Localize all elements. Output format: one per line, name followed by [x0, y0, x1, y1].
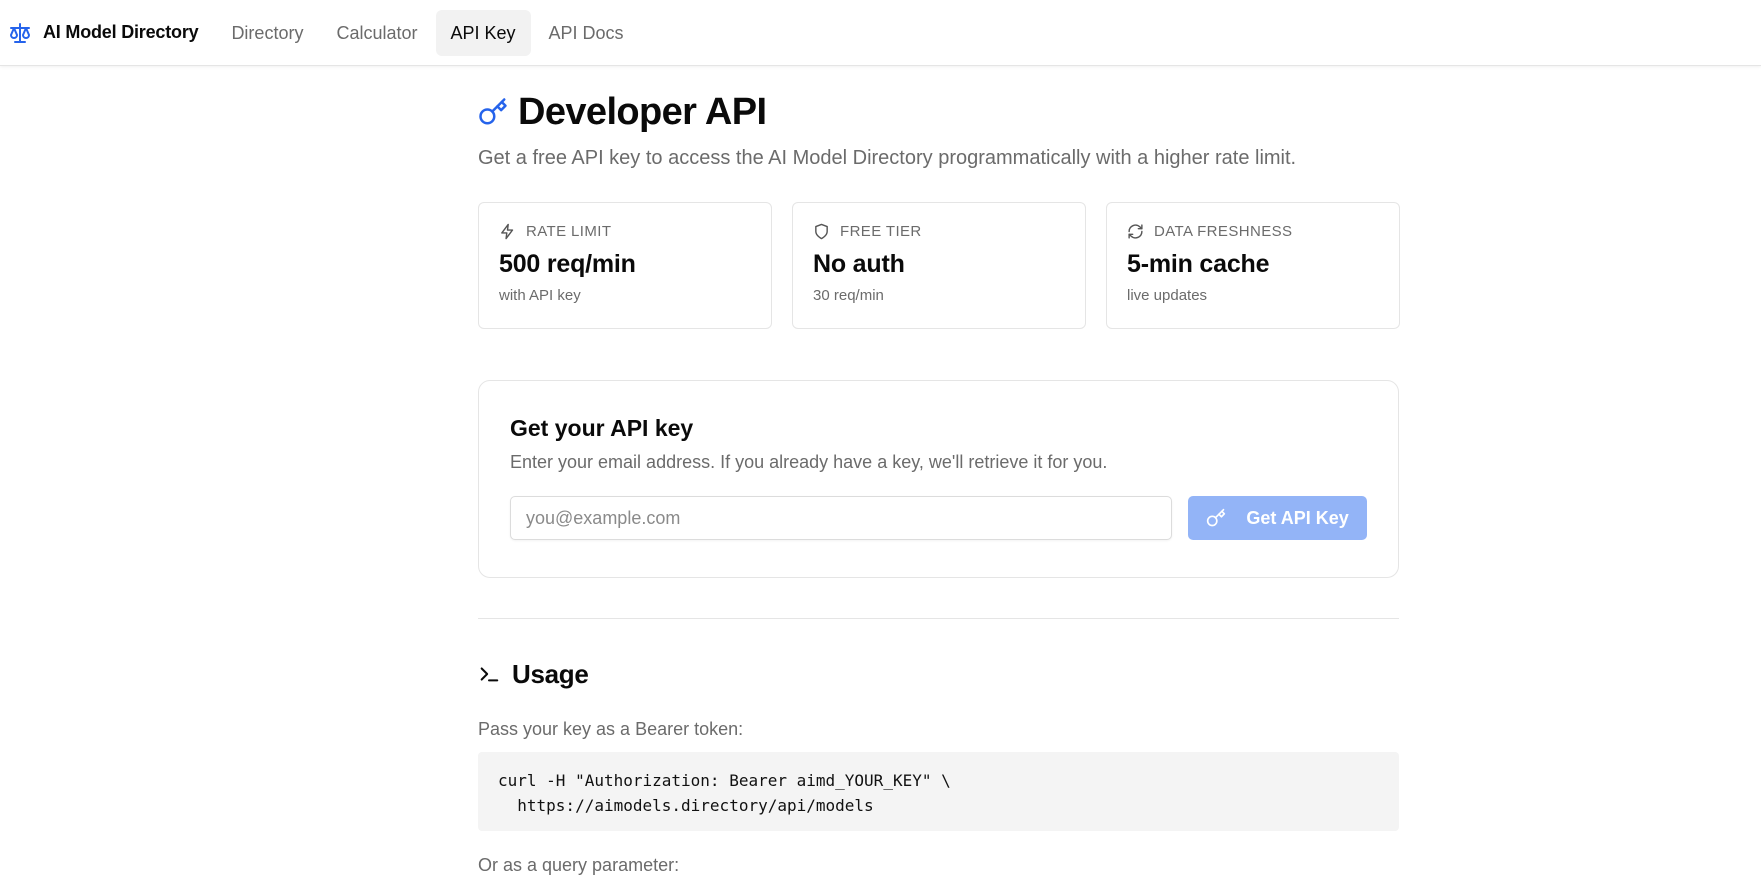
stat-label: FREE TIER	[840, 223, 922, 240]
api-key-card-description: Enter your email address. If you already…	[510, 452, 1108, 472]
brand-logo-link[interactable]: AI Model Directory	[8, 21, 199, 45]
stat-card-free-tier: FREE TIER No auth 30 req/min	[792, 202, 1086, 329]
query-param-text: Or as a query parameter:	[478, 855, 680, 875]
email-input[interactable]	[510, 496, 1173, 540]
nav-link-api-docs[interactable]: API Docs	[534, 10, 639, 56]
page-title: Developer API	[518, 90, 767, 133]
stat-label-row: RATE LIMIT	[499, 223, 751, 240]
terminal-icon	[478, 663, 500, 685]
nav-link-api-key[interactable]: API Key	[435, 9, 531, 56]
usage-header: Usage	[478, 659, 1400, 689]
stat-sub: 30 req/min	[813, 287, 884, 304]
usage-title: Usage	[512, 658, 589, 689]
stat-value: No auth	[813, 250, 905, 278]
brand-name: AI Model Directory	[43, 22, 199, 42]
stat-value: 5-min cache	[1127, 250, 1270, 278]
stat-label: DATA FRESHNESS	[1154, 223, 1293, 240]
stat-label: RATE LIMIT	[526, 223, 612, 240]
shield-icon	[813, 223, 830, 240]
nav-links: Directory Calculator API Key API Docs	[216, 9, 641, 56]
key-icon	[1206, 508, 1226, 528]
get-api-key-button-label: Get API Key	[1246, 507, 1349, 528]
key-icon	[478, 97, 508, 127]
api-key-card-title: Get your API key	[510, 415, 694, 441]
get-api-key-button[interactable]: Get API Key	[1188, 496, 1367, 540]
bearer-code-block: curl -H "Authorization: Bearer aimd_YOUR…	[478, 752, 1399, 831]
stat-sub: live updates	[1127, 287, 1208, 304]
nav-link-calculator[interactable]: Calculator	[321, 10, 432, 56]
page-subtitle: Get a free API key to access the AI Mode…	[478, 147, 1297, 169]
api-key-form: Get API Key	[510, 496, 1367, 540]
stat-card-rate-limit: RATE LIMIT 500 req/min with API key	[478, 202, 772, 329]
section-divider	[478, 618, 1399, 619]
stats-row: RATE LIMIT 500 req/min with API key FREE…	[478, 202, 1400, 329]
bearer-token-text: Pass your key as a Bearer token:	[478, 719, 744, 739]
stat-label-row: FREE TIER	[813, 223, 1065, 240]
stat-label-row: DATA FRESHNESS	[1127, 223, 1379, 240]
stat-value: 500 req/min	[499, 250, 636, 278]
stat-sub: with API key	[499, 287, 581, 304]
page-header: Developer API	[478, 89, 1400, 135]
main-content: Developer API Get a free API key to acce…	[478, 66, 1400, 876]
nav-link-directory[interactable]: Directory	[216, 10, 318, 56]
refresh-icon	[1127, 223, 1144, 240]
top-navbar: AI Model Directory Directory Calculator …	[0, 0, 1761, 66]
stat-card-data-freshness: DATA FRESHNESS 5-min cache live updates	[1106, 202, 1400, 329]
scale-icon	[8, 21, 32, 45]
api-key-card: Get your API key Enter your email addres…	[478, 380, 1399, 578]
lightning-icon	[499, 223, 516, 240]
